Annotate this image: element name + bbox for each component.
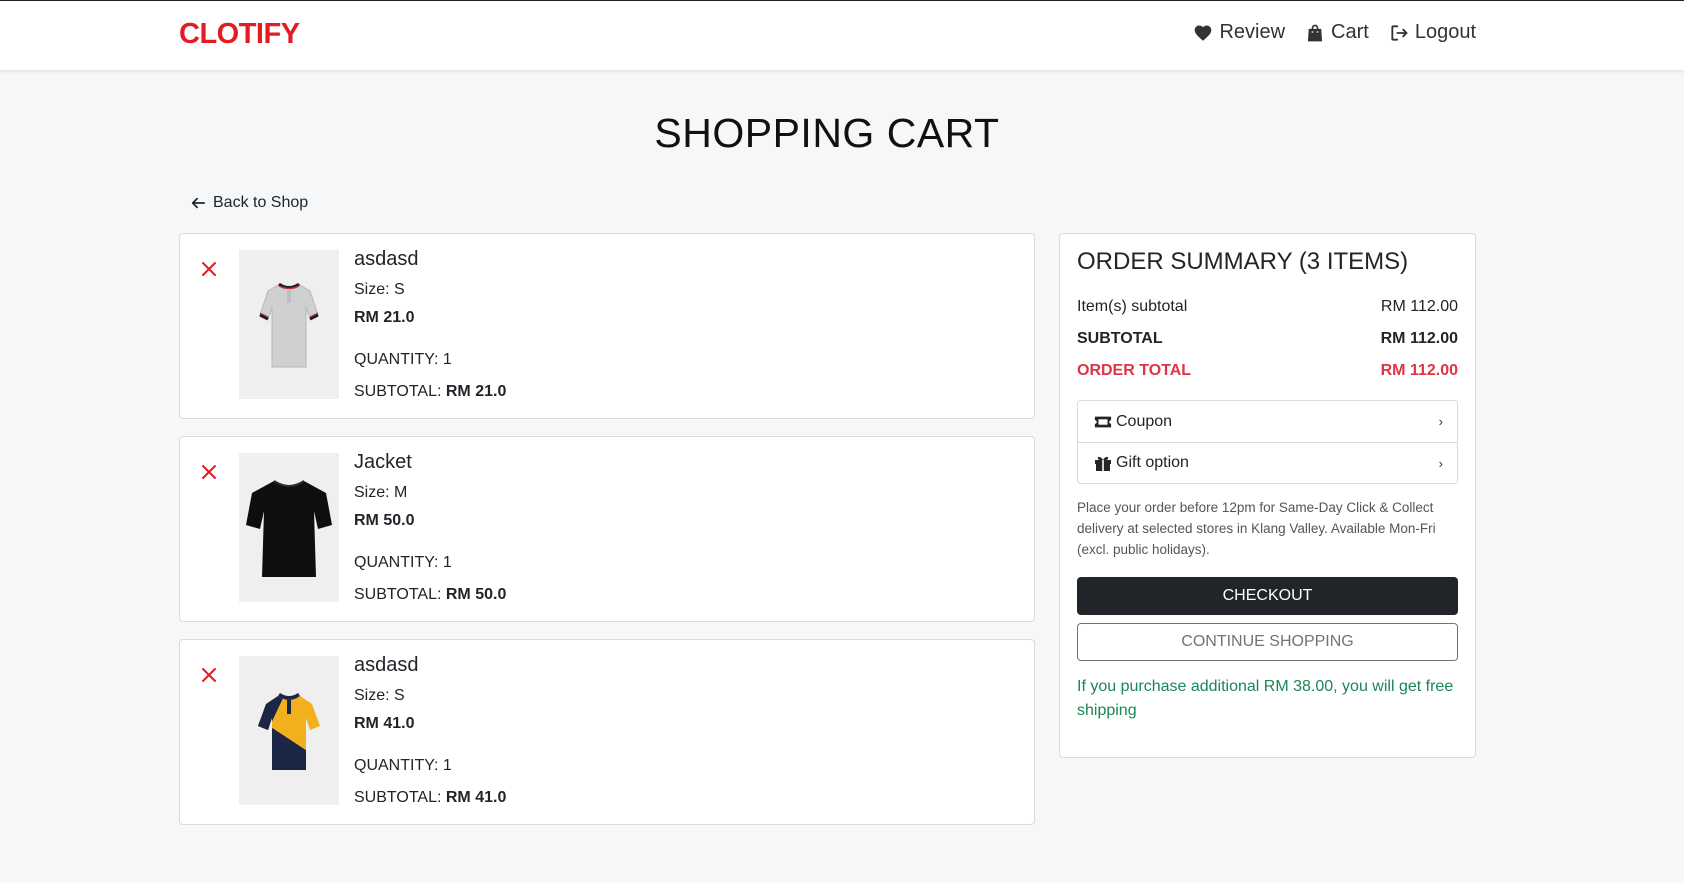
product-image[interactable] [239,250,339,399]
items-subtotal-label: Item(s) subtotal [1077,298,1188,315]
cart-item: Jacket Size: M RM 50.0 QUANTITY: 1 SUBTO… [179,436,1035,622]
item-quantity: QUANTITY: 1 [354,757,452,774]
coupon-option[interactable]: Coupon › [1078,401,1457,442]
item-info: asdasd Size: S RM 41.0 QUANTITY: 1 SUBTO… [354,654,506,807]
order-summary: ORDER SUMMARY (3 ITEMS) Item(s) subtotal… [1059,233,1476,758]
item-quantity: QUANTITY: 1 [354,351,452,368]
remove-item-button[interactable] [200,666,218,684]
free-shipping-note: If you purchase additional RM 38.00, you… [1077,678,1454,719]
ticket-icon [1094,416,1112,427]
black-tshirt-image [246,479,332,577]
subtotal-label: SUBTOTAL [1077,330,1163,347]
close-icon [202,465,216,479]
item-subtotal-value: RM 50.0 [445,586,507,603]
nav-logout-link[interactable]: Logout [1389,21,1476,44]
gift-label: Gift option [1116,454,1189,471]
close-icon [202,668,216,682]
item-quantity: QUANTITY: 1 [354,554,452,571]
item-subtotal-label: SUBTOTAL: [354,789,446,806]
nav-links: Review Cart Logout [1193,21,1476,44]
order-total-label: ORDER TOTAL [1077,362,1192,379]
gift-option[interactable]: Gift option › [1078,442,1457,483]
page-title: SHOPPING CART [654,110,1000,156]
coupon-label: Coupon [1116,412,1173,430]
shopping-bag-icon [1307,24,1323,41]
nav-cart-label: Cart [1331,21,1369,43]
same-day-notice: Place your order before 12pm for Same-Da… [1077,500,1436,557]
nav-review-label: Review [1219,21,1286,43]
brand-logo[interactable]: CLOTIFY [179,18,300,51]
items-subtotal-value: RM 112.00 [1380,298,1458,315]
logout-icon [1391,24,1408,41]
item-name: asdasd [354,248,419,270]
nav-review-link[interactable]: Review [1193,21,1285,44]
remove-item-button[interactable] [200,463,218,481]
item-size: Size: S [354,281,405,298]
coupon-option-label-group: Coupon [1094,413,1172,431]
checkout-button[interactable]: CHECKOUT [1077,577,1458,615]
items-subtotal-row: Item(s) subtotal RM 112.00 [1077,298,1458,316]
grey-polo-shirt-image [259,282,319,367]
gift-icon [1095,456,1111,471]
item-subtotal: SUBTOTAL: RM 50.0 [354,586,506,604]
cart-item: asdasd Size: S RM 21.0 QUANTITY: 1 SUBTO… [179,233,1035,419]
close-icon [202,262,216,276]
nav-cart-link[interactable]: Cart [1305,21,1369,44]
arrow-left-icon [191,197,205,209]
back-to-shop-link[interactable]: Back to Shop [191,194,308,212]
item-size: Size: S [354,687,405,704]
chevron-right-icon: › [1438,455,1443,471]
order-total-value: RM 112.00 [1380,362,1458,379]
item-size: Size: M [354,484,408,501]
item-subtotal: SUBTOTAL: RM 41.0 [354,789,506,807]
subtotal-value: RM 112.00 [1380,330,1458,347]
item-name: Jacket [354,451,412,473]
remove-item-button[interactable] [200,260,218,278]
item-subtotal-value: RM 41.0 [445,789,507,806]
summary-options: Coupon › Gift option › [1077,400,1458,484]
item-price: RM 50.0 [354,512,415,529]
subtotal-row: SUBTOTAL RM 112.00 [1077,330,1458,348]
item-info: asdasd Size: S RM 21.0 QUANTITY: 1 SUBTO… [354,248,506,401]
item-name: asdasd [354,654,419,676]
item-subtotal-label: SUBTOTAL: [354,586,446,603]
back-to-shop-label: Back to Shop [213,194,309,211]
continue-shopping-button[interactable]: CONTINUE SHOPPING [1077,623,1458,661]
heart-icon [1195,25,1212,41]
item-price: RM 41.0 [354,715,415,732]
order-summary-title: ORDER SUMMARY (3 ITEMS) [1077,248,1409,275]
product-image[interactable] [239,453,339,602]
gift-option-label-group: Gift option [1094,454,1189,472]
cart-item: asdasd Size: S RM 41.0 QUANTITY: 1 SUBTO… [179,639,1035,825]
product-image[interactable] [239,656,339,805]
yellow-navy-polo-image [258,692,320,770]
chevron-right-icon: › [1438,414,1443,429]
item-info: Jacket Size: M RM 50.0 QUANTITY: 1 SUBTO… [354,451,506,604]
item-price: RM 21.0 [354,309,415,326]
item-subtotal-value: RM 21.0 [445,383,507,400]
item-subtotal: SUBTOTAL: RM 21.0 [354,383,506,401]
navbar: CLOTIFY Review Cart Logout [0,0,1684,70]
item-subtotal-label: SUBTOTAL: [354,383,446,400]
nav-logout-label: Logout [1414,21,1476,43]
order-total-row: ORDER TOTAL RM 112.00 [1077,362,1458,380]
